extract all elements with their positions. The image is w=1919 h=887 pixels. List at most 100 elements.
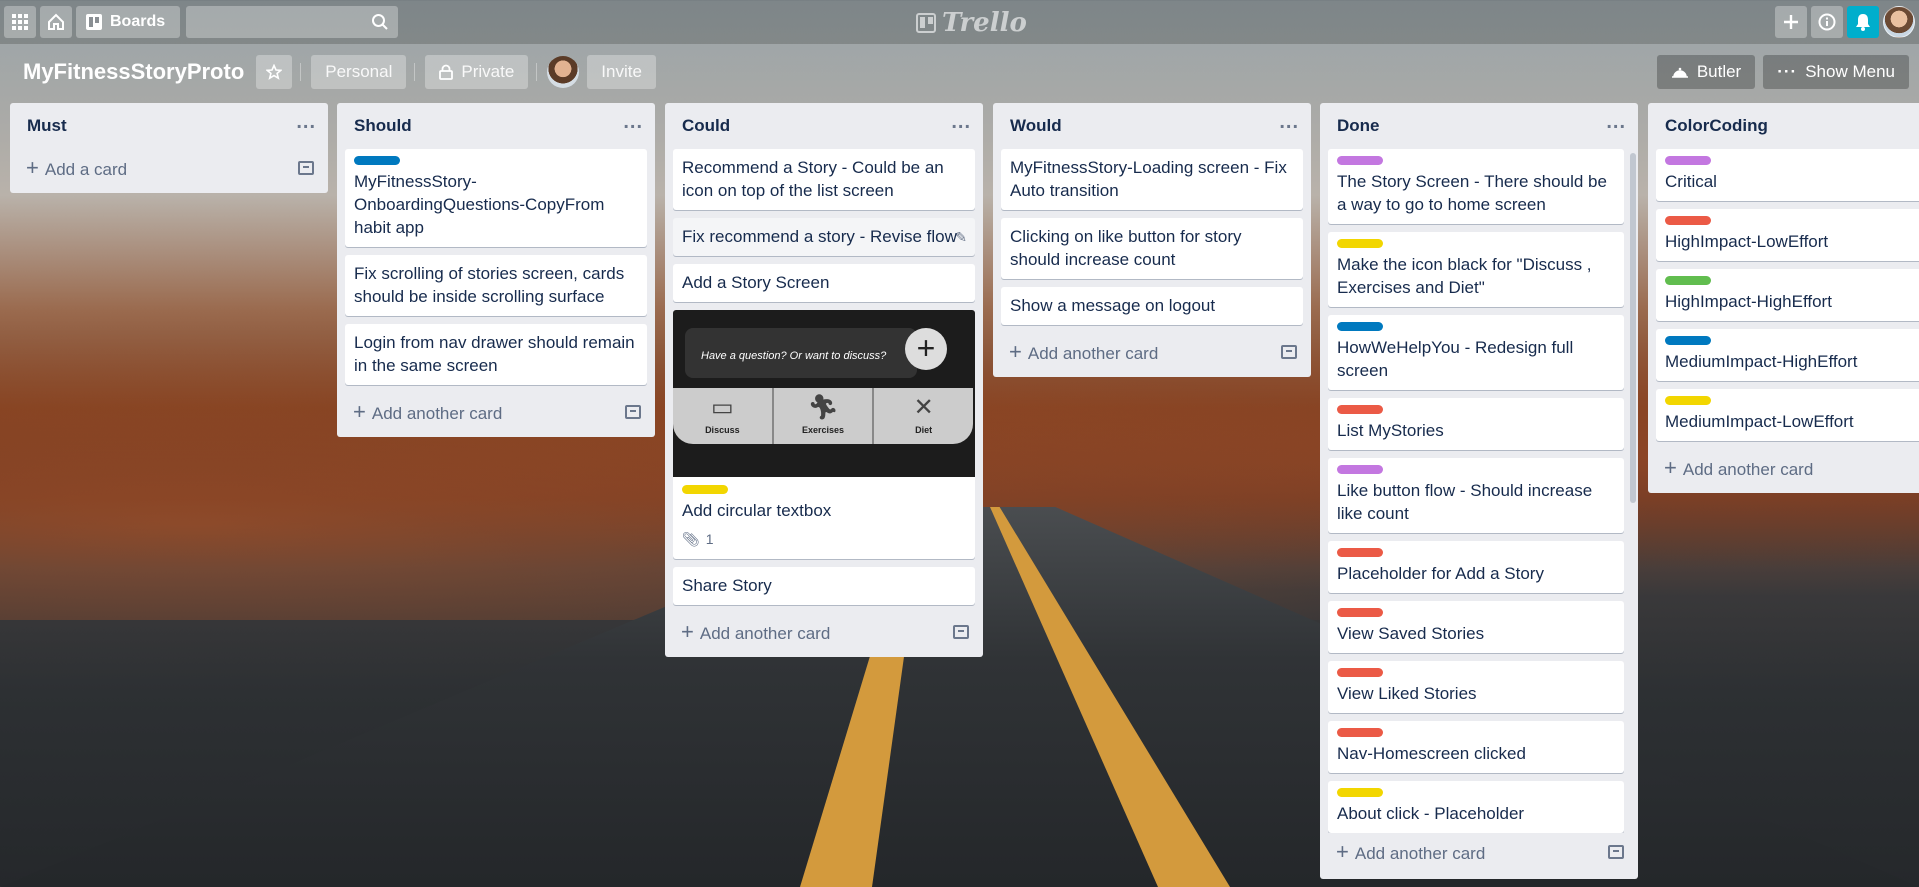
card-title: Recommend a Story - Could be an icon on … (682, 158, 944, 200)
info-button[interactable] (1811, 6, 1843, 38)
card[interactable]: Fix scrolling of stories screen, cards s… (345, 255, 647, 316)
card[interactable]: HighImpact-LowEffort (1656, 209, 1919, 261)
utensils-icon: ✕ (913, 394, 934, 421)
card[interactable]: Clicking on like button for story should… (1001, 218, 1303, 279)
list-must: Must ... + Add a card (10, 103, 328, 193)
card[interactable]: Show a message on logout (1001, 287, 1303, 325)
search-input[interactable] (186, 6, 398, 38)
show-menu-button[interactable]: ··· Show Menu (1763, 55, 1909, 89)
card[interactable]: MyFitnessStory-Loading screen - Fix Auto… (1001, 149, 1303, 210)
card[interactable]: Fix recommend a story - Revise flow ✎ (673, 218, 975, 256)
home-button[interactable] (40, 6, 72, 38)
invite-button[interactable]: Invite (587, 55, 656, 89)
card-title: Make the icon black for "Discuss , Exerc… (1337, 255, 1592, 297)
card-label (1665, 156, 1711, 165)
card[interactable]: MediumImpact-LowEffort (1656, 389, 1919, 441)
add-card-button[interactable]: + Add another card (1328, 833, 1630, 871)
card-template-icon[interactable] (1281, 345, 1297, 359)
cover-diet-tab: ✕ Diet (874, 388, 973, 444)
trello-logo[interactable]: Trello (916, 8, 1027, 38)
card[interactable]: Nav-Homescreen clicked (1328, 721, 1624, 773)
card[interactable]: Recommend a Story - Could be an icon on … (673, 149, 975, 210)
card-template-icon[interactable] (625, 405, 641, 419)
card[interactable]: Login from nav drawer should remain in t… (345, 324, 647, 385)
card[interactable]: List MyStories (1328, 398, 1624, 450)
plus-icon: + (1664, 455, 1677, 480)
card[interactable]: HighImpact-HighEffort (1656, 269, 1919, 321)
cover-discuss-tab: ▭ Discuss (673, 388, 774, 444)
card[interactable]: Critical (1656, 149, 1919, 201)
divider (536, 63, 538, 81)
card-label (1337, 548, 1383, 557)
lock-icon (439, 64, 454, 80)
attachment-badge: 📎︎ 1 (682, 528, 966, 551)
list-menu-icon[interactable]: ... (951, 112, 971, 135)
add-card-button[interactable]: + Add another card (1001, 333, 1303, 371)
boards-button[interactable]: Boards (76, 6, 180, 38)
card-template-icon[interactable] (1608, 845, 1624, 859)
star-button[interactable] (256, 55, 293, 89)
list-should: Should ... MyFitnessStory-OnboardingQues… (337, 103, 655, 437)
list-menu-icon[interactable]: ... (1606, 112, 1626, 135)
apps-grid-icon[interactable] (4, 6, 36, 38)
card[interactable]: Like button flow - Should increase like … (1328, 458, 1624, 533)
card[interactable]: MyFitnessStory-OnboardingQuestions-CopyF… (345, 149, 647, 247)
member-avatar[interactable] (547, 56, 580, 88)
create-button[interactable] (1775, 6, 1807, 38)
card[interactable]: View Liked Stories (1328, 661, 1624, 713)
boards-icon (86, 14, 102, 30)
top-navigation-bar: Boards Trello (0, 0, 1919, 44)
card[interactable]: Have a question? Or want to discuss? + ▭… (673, 310, 975, 559)
list-title[interactable]: Should (354, 116, 412, 136)
card-title: Add a Story Screen (682, 273, 830, 292)
list-menu-icon[interactable]: ... (296, 112, 316, 135)
plus-icon: + (26, 155, 39, 180)
card[interactable]: HowWeHelpYou - Redesign full screen (1328, 315, 1624, 390)
home-icon (48, 13, 64, 30)
notifications-button[interactable] (1847, 6, 1879, 38)
add-card-button[interactable]: + Add another card (345, 393, 647, 431)
butler-button[interactable]: Butler (1656, 55, 1756, 89)
card-title: Like button flow - Should increase like … (1337, 481, 1593, 523)
card[interactable]: Share Story (673, 567, 975, 605)
card[interactable]: Make the icon black for "Discuss , Exerc… (1328, 232, 1624, 307)
card-label (1337, 322, 1383, 331)
card-template-icon[interactable] (953, 625, 969, 639)
add-card-button[interactable]: + Add a card (18, 149, 320, 187)
list-title[interactable]: Could (682, 116, 730, 136)
privacy-button[interactable]: Private (425, 55, 529, 89)
list-title[interactable]: Would (1010, 116, 1062, 136)
card-title: View Liked Stories (1337, 684, 1477, 703)
card-title: MediumImpact-HighEffort (1665, 352, 1858, 371)
list-title[interactable]: ColorCoding (1665, 116, 1768, 136)
card[interactable]: The Story Screen - There should be a way… (1328, 149, 1624, 224)
cover-plus-icon: + (905, 328, 947, 370)
card-label (1337, 788, 1383, 797)
card-label (1337, 239, 1383, 248)
list-menu-icon[interactable]: ... (623, 112, 643, 135)
card-title: MyFitnessStory-Loading screen - Fix Auto… (1010, 158, 1287, 200)
board-title[interactable]: MyFitnessStoryProto (10, 59, 256, 85)
card-template-icon[interactable] (298, 161, 314, 175)
card[interactable]: MediumImpact-HighEffort (1656, 329, 1919, 381)
edit-pencil-icon[interactable]: ✎ (955, 226, 967, 249)
card-list-scroll[interactable]: The Story Screen - There should be a way… (1328, 149, 1630, 833)
card-title: Fix scrolling of stories screen, cards s… (354, 264, 625, 306)
add-card-button[interactable]: + Add another card (673, 613, 975, 651)
user-avatar[interactable] (1883, 6, 1915, 38)
list-menu-icon[interactable]: ... (1279, 112, 1299, 135)
card[interactable]: Add a Story Screen (673, 264, 975, 302)
plus-icon: + (681, 619, 694, 644)
list-title[interactable]: Must (27, 116, 67, 136)
card[interactable]: Placeholder for Add a Story (1328, 541, 1624, 593)
card-title: Login from nav drawer should remain in t… (354, 333, 635, 375)
add-card-button[interactable]: + Add another card (1656, 449, 1919, 487)
paperclip-icon: 📎︎ (682, 531, 700, 547)
card-label (1337, 608, 1383, 617)
runner-icon: 🏃︎ (807, 394, 839, 421)
list-title[interactable]: Done (1337, 116, 1380, 136)
card[interactable]: About click - Placeholder (1328, 781, 1624, 833)
team-visibility-button[interactable]: Personal (311, 55, 407, 89)
list-scrollbar[interactable] (1630, 153, 1636, 503)
card[interactable]: View Saved Stories (1328, 601, 1624, 653)
